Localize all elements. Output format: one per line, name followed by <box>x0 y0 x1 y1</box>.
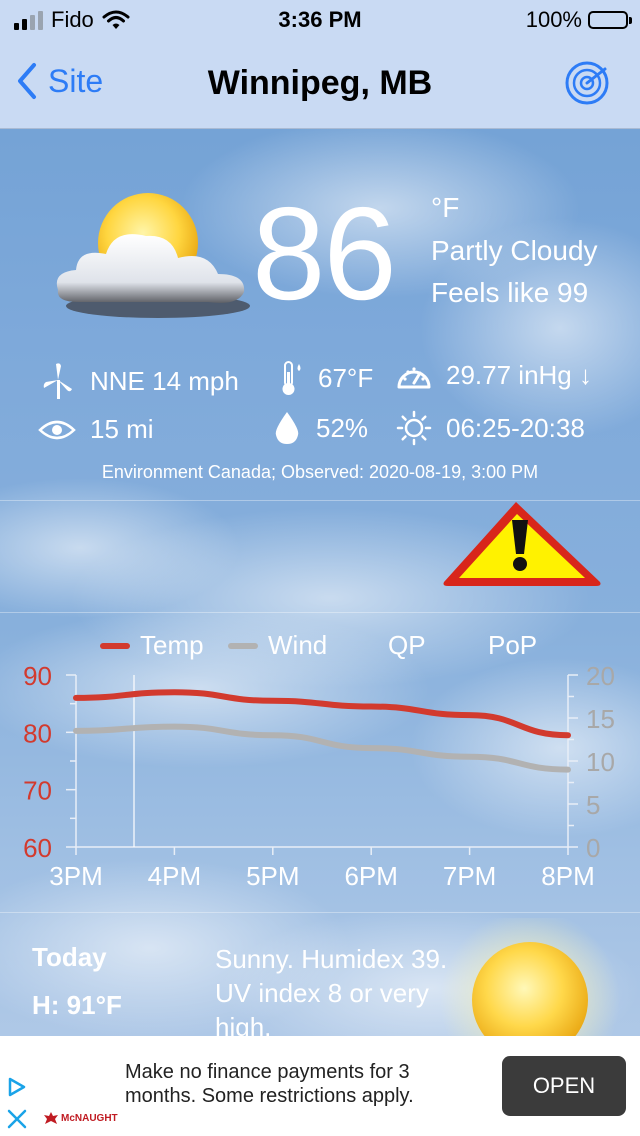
legend-qp[interactable]: QP <box>388 630 426 661</box>
legend-temp[interactable]: Temp <box>100 630 204 661</box>
partly-cloudy-sun-icon <box>56 193 250 318</box>
radar-icon[interactable] <box>564 60 610 106</box>
left-tick-label: 80 <box>23 718 52 748</box>
eye-icon <box>38 420 76 439</box>
wind-turbine-icon <box>43 363 72 399</box>
water-drop-icon <box>275 412 299 444</box>
x-tick-label: 4PM <box>148 861 201 891</box>
sun-times-value: 06:25-20:38 <box>446 412 585 443</box>
sunny-icon <box>440 918 620 1038</box>
battery-icon <box>588 11 632 29</box>
current-temperature: 86 <box>252 180 397 327</box>
legend-qp-label: QP <box>388 630 426 660</box>
divider <box>0 912 640 913</box>
sun-times-stat: 06:25-20:38 <box>396 410 585 446</box>
wind-swatch <box>228 642 258 649</box>
left-tick-label: 60 <box>23 833 52 863</box>
hourly-chart: 60 70 80 90 0 5 10 15 20 3PM 4PM 5PM 6PM 7PM 8PM <box>23 661 615 891</box>
leaf-logo-icon <box>44 1112 58 1124</box>
wind-stat: NNE 14 mph <box>42 362 239 400</box>
close-icon[interactable] <box>6 1108 28 1130</box>
x-tick-label: 3PM <box>49 861 102 891</box>
left-tick-label: 90 <box>23 661 52 691</box>
warning-triangle-icon[interactable] <box>440 500 604 588</box>
legend-pop-label: PoP <box>488 630 538 660</box>
sun-icon <box>396 410 432 446</box>
ad-open-button[interactable]: OPEN <box>502 1056 626 1116</box>
dew-point-value: 67°F <box>318 362 374 393</box>
temp-swatch <box>100 642 130 649</box>
ad-choices <box>6 1076 28 1130</box>
legend-wind-label: Wind <box>268 630 328 660</box>
ad-banner[interactable]: McNAUGHT Make no finance payments for 3 … <box>0 1036 640 1136</box>
advertiser-logo: McNAUGHT <box>44 1112 118 1124</box>
x-tick-label: 7PM <box>443 861 496 891</box>
status-bar: Fido 3:36 PM 100% <box>0 0 640 40</box>
ad-copy: Make no finance payments for 3 months. S… <box>125 1061 414 1107</box>
legend-pop[interactable]: PoP <box>488 630 537 661</box>
legend-wind[interactable]: Wind <box>228 630 327 661</box>
divider <box>0 612 640 613</box>
humidity-value: 52% <box>316 412 369 443</box>
left-tick-label: 70 <box>23 776 52 806</box>
visibility-stat: 15 mi <box>38 414 154 445</box>
forecast-description: Sunny. Humidex 39. UV index 8 or very hi… <box>215 944 448 1036</box>
forecast-high: H: 91°F <box>32 990 122 1020</box>
dew-point-stat: 67°F <box>278 360 373 396</box>
wind-value: NNE 14 mph <box>90 365 239 396</box>
legend-temp-label: Temp <box>140 630 204 660</box>
navigation-bar: Site Winnipeg, MB <box>0 40 640 129</box>
x-tick-label: 6PM <box>344 861 397 891</box>
right-tick-label: 15 <box>586 704 615 734</box>
battery-percent: 100% <box>525 7 582 32</box>
right-tick-label: 10 <box>586 747 615 777</box>
condition-text: Partly Cloudy <box>431 235 598 266</box>
pressure-stat: 29.77 inHg ↓ <box>396 360 592 391</box>
x-tick-label: 8PM <box>541 861 594 891</box>
pressure-gauge-icon <box>397 366 431 388</box>
feels-like-text: Feels like 99 <box>431 277 589 308</box>
humidity-stat: 52% <box>272 410 368 446</box>
right-tick-label: 0 <box>586 833 600 863</box>
right-tick-label: 20 <box>586 661 615 691</box>
battery-group: 100% <box>525 7 632 33</box>
page-title: Winnipeg, MB <box>207 64 433 102</box>
ad-choices-icon[interactable] <box>6 1076 28 1098</box>
observation-source: Environment Canada; Observed: 2020-08-19… <box>101 462 539 482</box>
forecast-day: Today <box>32 942 107 972</box>
pressure-value: 29.77 inHg ↓ <box>446 360 592 390</box>
visibility-value: 15 mi <box>90 414 154 444</box>
wind-series-line <box>73 723 571 773</box>
right-tick-label: 5 <box>586 790 600 820</box>
thermometer-icon <box>282 361 301 395</box>
x-tick-label: 5PM <box>246 861 299 891</box>
temperature-unit: °F <box>431 192 460 223</box>
advertiser-name: McNAUGHT <box>61 1112 118 1124</box>
